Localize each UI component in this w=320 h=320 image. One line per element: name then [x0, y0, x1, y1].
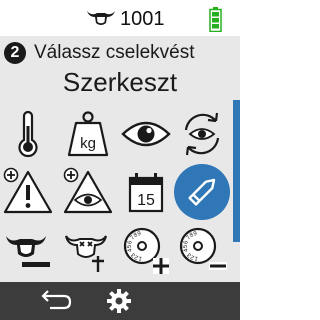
- add-ear-tag-button[interactable]: 123 456 789: [120, 224, 172, 276]
- remove-cow-button[interactable]: [2, 224, 54, 276]
- remove-ear-tag-button[interactable]: 123 456 789: [176, 224, 228, 276]
- weight-button[interactable]: kg: [62, 108, 114, 160]
- eye-icon: [121, 121, 171, 147]
- back-arrow-icon[interactable]: [34, 288, 74, 314]
- repeat-observation-button[interactable]: [176, 108, 228, 160]
- thermometer-button[interactable]: [2, 108, 54, 160]
- repeat-observation-icon: [184, 112, 220, 156]
- battery-icon: [209, 7, 222, 32]
- add-warning-icon: [3, 167, 53, 214]
- observation-button[interactable]: [120, 108, 172, 160]
- edit-pencil-icon: [174, 164, 230, 220]
- edit-button[interactable]: [174, 164, 230, 220]
- cow-number: 1001: [120, 8, 165, 30]
- weight-label: kg: [80, 135, 96, 152]
- weight-kg-icon: kg: [67, 111, 109, 157]
- calendar-button[interactable]: 15: [120, 166, 172, 218]
- step-badge: 2: [4, 42, 26, 64]
- add-ear-tag-icon: 123 456 789: [123, 227, 169, 274]
- bottom-bar: [0, 282, 240, 320]
- add-warning-button[interactable]: [2, 166, 54, 218]
- add-observation-button[interactable]: [62, 166, 114, 218]
- thermometer-icon: [18, 110, 38, 158]
- status-bar: 1001: [0, 0, 240, 36]
- gear-icon[interactable]: [106, 288, 132, 314]
- remove-cow-icon: [6, 236, 50, 267]
- add-observation-icon: [63, 167, 113, 214]
- dead-cow-button[interactable]: [62, 224, 114, 276]
- action-panel: 2 Válassz cselekvést Szerkeszt kg 15 123…: [0, 36, 240, 282]
- calendar-icon: 15: [128, 173, 164, 213]
- dead-cow-icon: [65, 235, 107, 272]
- calendar-day: 15: [137, 192, 155, 209]
- remove-ear-tag-icon: 123 456 789: [179, 227, 227, 270]
- cow-head-icon: [87, 11, 115, 25]
- scrollbar[interactable]: [233, 100, 240, 242]
- page-title: Válassz cselekvést: [34, 42, 195, 63]
- page-subtitle: Szerkeszt: [62, 67, 178, 97]
